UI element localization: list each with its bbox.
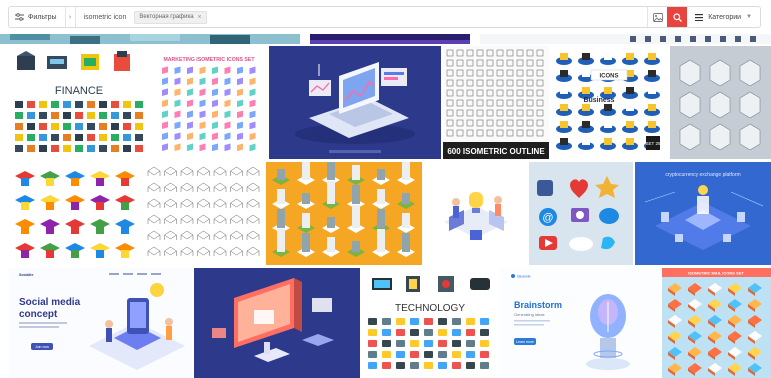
image-thumbnail xyxy=(310,34,470,44)
image-thumbnail: MARKETING ISOMETRIC ICONS SET xyxy=(152,46,267,159)
social-brand: Socialite xyxy=(19,273,33,277)
chevron-down-icon: ▼ xyxy=(746,14,752,20)
image-thumbnail xyxy=(266,162,422,265)
image-search-button[interactable] xyxy=(647,7,667,27)
crypto-label: cryptocurrency exchange platform xyxy=(665,172,740,178)
image-thumbnail: 600 ISOMETRIC OUTLINE xyxy=(443,46,549,159)
image-tile-social-media[interactable]: Socialite Social media concept Join now xyxy=(9,268,192,378)
brainstorm-subtitle: Generating ideas xyxy=(514,312,544,317)
image-tile-business-icons[interactable]: ICONS Business SET 25 xyxy=(551,46,668,159)
image-thumbnail: ISOMETRIC MAIL ICONS SET xyxy=(662,268,771,378)
image-tile-strip-2[interactable] xyxy=(310,34,470,44)
image-thumbnail: TECHNOLOGY xyxy=(362,268,498,378)
svg-text:@: @ xyxy=(542,212,553,224)
brainstorm-brand: Ideanote xyxy=(517,275,531,279)
business-label-mid: Business xyxy=(583,97,614,104)
search-bar: Фильтры › isometric icon Векторная графи… xyxy=(0,0,771,34)
image-tile-isometric-outline[interactable]: 600 ISOMETRIC OUTLINE xyxy=(443,46,549,159)
close-icon[interactable]: × xyxy=(198,14,202,21)
image-tile-grey-icons[interactable] xyxy=(670,46,771,159)
brainstorm-title: Brainstorm xyxy=(514,300,562,310)
outline-label: 600 ISOMETRIC OUTLINE xyxy=(447,147,545,156)
image-tile-brainstorm[interactable]: Ideanote Brainstorm Generating ideas Lea… xyxy=(500,268,660,378)
image-tile-monitor[interactable] xyxy=(194,268,360,378)
search-button[interactable] xyxy=(667,7,688,27)
image-tile-marketing[interactable]: MARKETING ISOMETRIC ICONS SET xyxy=(152,46,267,159)
image-thumbnail xyxy=(670,46,771,159)
image-tile-isometric-mail[interactable]: ISOMETRIC MAIL ICONS SET xyxy=(662,268,771,378)
search-icon xyxy=(673,12,682,22)
image-tile-social-icons[interactable]: @ xyxy=(529,162,633,265)
social-title-2: concept xyxy=(19,309,58,320)
filter-chip-label: Векторная графика xyxy=(139,14,194,20)
image-tile-orange-city[interactable] xyxy=(266,162,422,265)
image-thumbnail: ICONS Business SET 25 xyxy=(551,46,668,159)
sliders-icon xyxy=(15,13,24,21)
marketing-label: MARKETING ISOMETRIC ICONS SET xyxy=(163,57,255,63)
image-tile-colorful-people[interactable] xyxy=(9,162,141,265)
image-search-icon xyxy=(652,12,663,22)
filters-chevron-icon[interactable]: › xyxy=(66,7,76,27)
social-button: Join now xyxy=(35,345,49,349)
filters-label: Фильтры xyxy=(28,13,57,21)
technology-label: TECHNOLOGY xyxy=(395,303,465,314)
brainstorm-button: Learn more xyxy=(516,340,534,344)
list-icon xyxy=(695,13,704,21)
image-tile-technology[interactable]: TECHNOLOGY xyxy=(362,268,498,378)
categories-dropdown[interactable]: Категории ▼ xyxy=(687,7,760,27)
image-thumbnail xyxy=(9,162,141,265)
image-thumbnail: Socialite Social media concept Join now xyxy=(9,268,192,378)
image-thumbnail xyxy=(424,162,527,265)
image-thumbnail xyxy=(480,34,771,44)
image-tile-strip-1[interactable] xyxy=(0,34,300,44)
image-thumbnail xyxy=(0,34,300,44)
business-badge: SET 25 xyxy=(646,141,661,146)
search-box: Фильтры › isometric icon Векторная графи… xyxy=(8,6,761,28)
filter-chip-vector[interactable]: Векторная графика × xyxy=(134,10,207,24)
business-label-top: ICONS xyxy=(599,74,618,80)
social-title-1: Social media xyxy=(19,297,81,308)
isometric-mail-label: ISOMETRIC MAIL ICONS SET xyxy=(688,271,744,276)
image-thumbnail xyxy=(269,46,441,159)
image-thumbnail xyxy=(143,162,264,265)
image-thumbnail xyxy=(194,268,360,378)
image-tile-strip-3[interactable] xyxy=(480,34,771,44)
search-input[interactable]: isometric icon xyxy=(76,14,135,21)
finance-label: FINANCE xyxy=(55,85,103,97)
image-thumbnail: cryptocurrency exchange platform xyxy=(635,162,771,265)
image-thumbnail: Ideanote Brainstorm Generating ideas Lea… xyxy=(500,268,660,378)
image-tile-idea-person[interactable] xyxy=(424,162,527,265)
image-tile-finance[interactable]: FINANCE xyxy=(9,46,149,159)
filters-button[interactable]: Фильтры xyxy=(9,7,66,27)
image-thumbnail: @ xyxy=(529,162,633,265)
categories-label: Категории xyxy=(708,13,742,21)
image-thumbnail: FINANCE xyxy=(9,46,149,159)
image-tile-crypto-exchange[interactable]: cryptocurrency exchange platform xyxy=(635,162,771,265)
image-tile-laptop-analytics[interactable] xyxy=(269,46,441,159)
image-tile-line-devices[interactable] xyxy=(143,162,264,265)
stock-search-page: Фильтры › isometric icon Векторная графи… xyxy=(0,0,771,378)
